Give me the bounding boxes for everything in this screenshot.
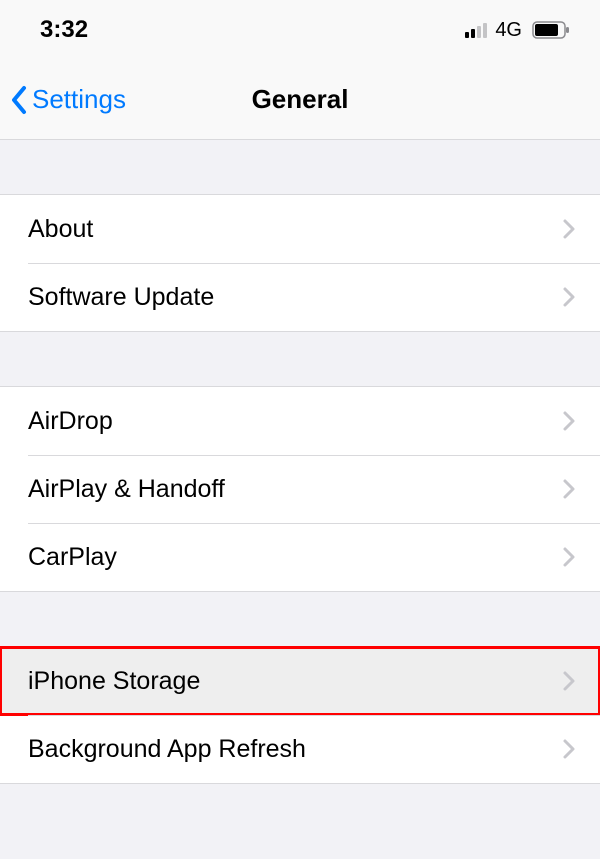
battery-icon — [532, 21, 570, 39]
chevron-left-icon — [10, 85, 30, 115]
group-spacer — [0, 592, 600, 646]
row-about[interactable]: About — [0, 195, 600, 263]
chevron-right-icon — [562, 738, 576, 760]
chevron-right-icon — [562, 218, 576, 240]
status-time: 3:32 — [40, 16, 88, 44]
row-airdrop[interactable]: AirDrop — [0, 387, 600, 455]
row-software-update[interactable]: Software Update — [0, 263, 600, 331]
settings-group-3: iPhone Storage Background App Refresh — [0, 646, 600, 784]
row-background-app-refresh[interactable]: Background App Refresh — [0, 715, 600, 783]
status-indicators: 4G — [465, 19, 570, 42]
row-label: AirDrop — [28, 407, 113, 436]
page-title: General — [252, 84, 349, 115]
row-iphone-storage[interactable]: iPhone Storage — [0, 647, 600, 715]
group-spacer — [0, 784, 600, 838]
row-label: CarPlay — [28, 543, 117, 572]
back-label: Settings — [32, 84, 126, 115]
chevron-right-icon — [562, 670, 576, 692]
row-airplay-handoff[interactable]: AirPlay & Handoff — [0, 455, 600, 523]
chevron-right-icon — [562, 478, 576, 500]
back-button[interactable]: Settings — [10, 84, 126, 115]
status-bar: 3:32 4G — [0, 0, 600, 60]
cellular-signal-icon — [465, 22, 487, 38]
row-label: Software Update — [28, 283, 214, 312]
chevron-right-icon — [562, 546, 576, 568]
row-label: AirPlay & Handoff — [28, 475, 225, 504]
chevron-right-icon — [562, 286, 576, 308]
row-label: iPhone Storage — [28, 667, 200, 696]
chevron-right-icon — [562, 410, 576, 432]
settings-group-2: AirDrop AirPlay & Handoff CarPlay — [0, 386, 600, 592]
network-label: 4G — [495, 19, 522, 42]
row-label: Background App Refresh — [28, 735, 306, 764]
row-label: About — [28, 215, 93, 244]
group-spacer — [0, 140, 600, 194]
navigation-bar: Settings General — [0, 60, 600, 140]
settings-body: About Software Update AirDrop AirPlay & … — [0, 140, 600, 838]
group-spacer — [0, 332, 600, 386]
settings-group-1: About Software Update — [0, 194, 600, 332]
row-carplay[interactable]: CarPlay — [0, 523, 600, 591]
